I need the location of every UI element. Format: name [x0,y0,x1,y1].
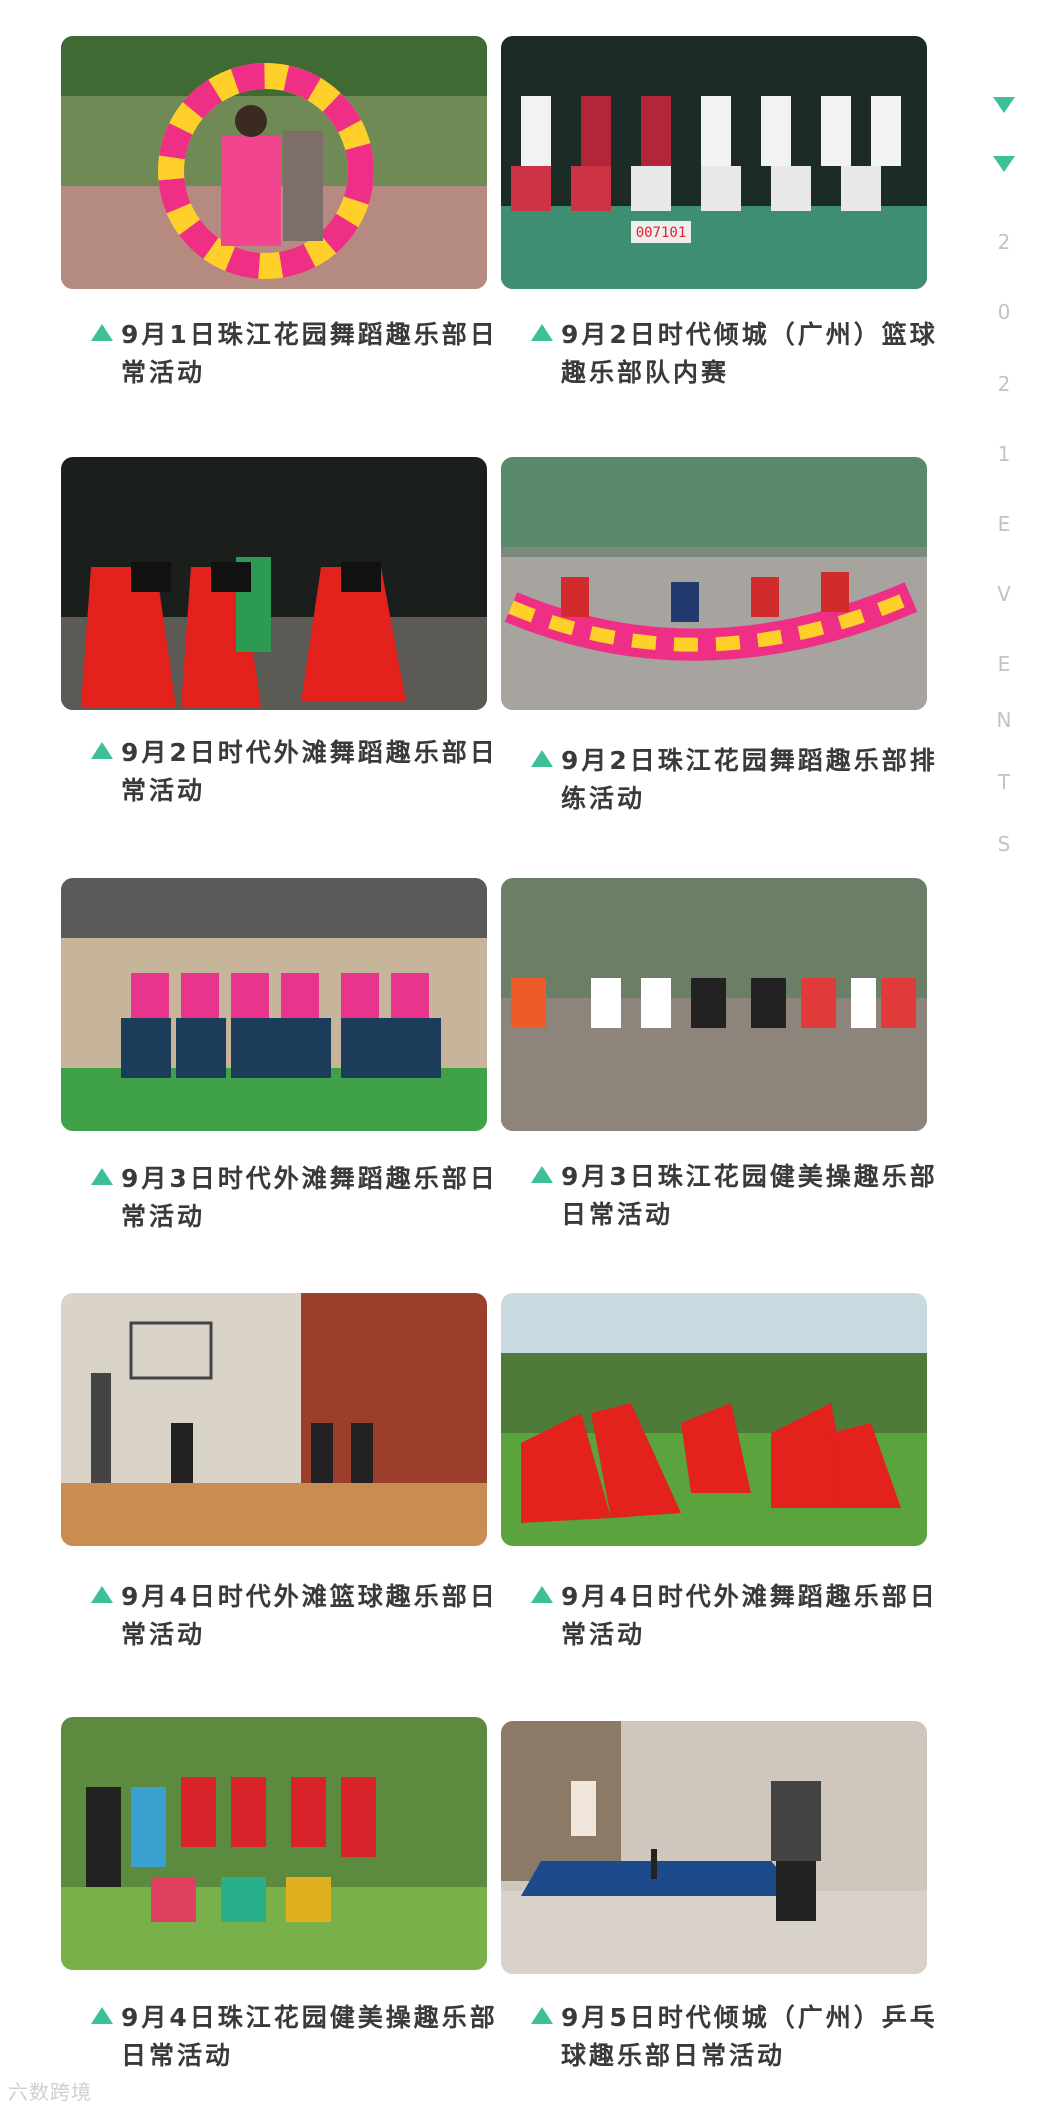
triangle-bullet-icon [91,742,113,759]
triangle-bullet-icon [531,1166,553,1183]
red-skirt-dance-photo[interactable] [501,1293,927,1546]
card-caption: 9月4日时代外滩篮球趣乐部日常活动 [91,1578,521,1654]
side-letter: T [997,770,1011,794]
group-portrait-photo[interactable] [61,1717,487,1970]
dance-fans-photo[interactable] [61,36,487,289]
card-caption: 9月3日珠江花园健美操趣乐部日常活动 [531,1158,961,1234]
fan-rehearsal-photo[interactable] [501,457,927,710]
aerobics-photo[interactable] [501,878,927,1131]
card-caption: 9月4日时代外滩舞蹈趣乐部日常活动 [531,1578,961,1654]
card-caption: 9月4日珠江花园健美操趣乐部日常活动 [91,1999,521,2075]
side-letter: 0 [997,300,1011,324]
triangle-bullet-icon [531,2007,553,2024]
triangle-bullet-icon [91,2007,113,2024]
side-letter: 2 [997,230,1011,254]
basketball-team-photo[interactable]: 007101 [501,36,927,289]
card-caption: 9月2日时代外滩舞蹈趣乐部日常活动 [91,734,521,810]
card-caption: 9月5日时代倾城（广州）乒乓球趣乐部日常活动 [531,1999,961,2075]
table-tennis-photo[interactable] [501,1721,927,1974]
pink-dancers-photo[interactable] [61,878,487,1131]
side-letter: E [997,512,1011,536]
triangle-bullet-icon [91,1586,113,1603]
triangle-bullet-icon [91,324,113,341]
triangle-bullet-icon [531,1586,553,1603]
card-caption: 9月3日时代外滩舞蹈趣乐部日常活动 [91,1160,521,1236]
triangle-bullet-icon [91,1168,113,1185]
side-letter: N [996,708,1012,732]
card-caption: 9月1日珠江花园舞蹈趣乐部日常活动 [91,316,521,392]
watermark: 六数跨境 [8,2080,92,2104]
side-letter: E [997,652,1011,676]
down-triangle-icon [993,97,1015,113]
side-letter: 2 [997,372,1011,396]
down-triangle-icon [993,156,1015,172]
card-caption: 9月2日珠江花园舞蹈趣乐部排练活动 [531,742,961,818]
indoor-basketball-photo[interactable] [61,1293,487,1546]
card-caption: 9月2日时代倾城（广州）篮球趣乐部队内赛 [531,316,961,392]
triangle-bullet-icon [531,750,553,767]
side-letter: V [997,582,1011,606]
triangle-bullet-icon [531,324,553,341]
side-letter: S [997,832,1011,856]
side-letter: 1 [997,442,1011,466]
night-dance-photo[interactable] [61,457,487,710]
scoreboard-text: 007101 [636,225,687,241]
